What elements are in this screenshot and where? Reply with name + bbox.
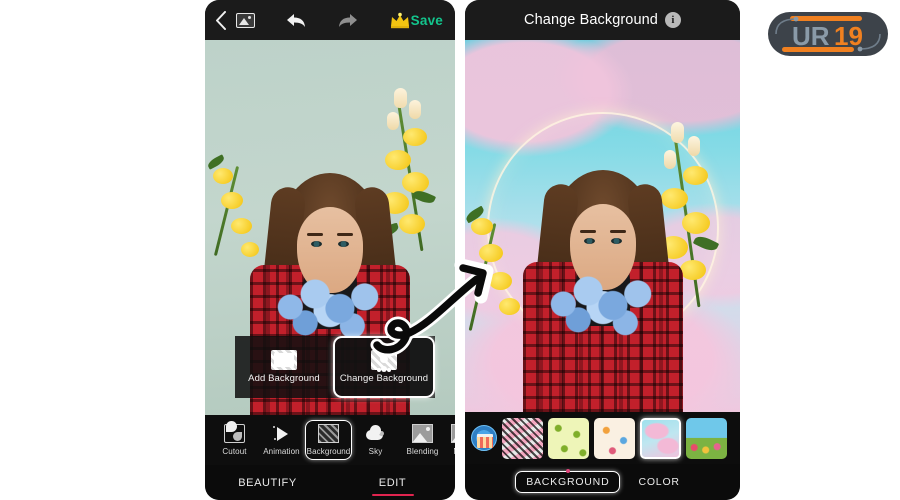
new-indicator-dot	[565, 469, 570, 473]
store-icon[interactable]	[471, 425, 497, 451]
top-action-icons	[235, 12, 411, 29]
tool-blending[interactable]: Blending	[399, 424, 446, 456]
tool-background[interactable]: Background	[305, 420, 352, 460]
tab-color[interactable]: COLOR	[628, 472, 689, 492]
add-background-label: Add Background	[248, 373, 320, 384]
tool-cutout[interactable]: Cutout	[211, 421, 258, 456]
change-background-label: Change Background	[339, 373, 429, 384]
logo-text-left: UR	[792, 21, 830, 51]
cutout-icon	[224, 421, 245, 443]
thumbnail-avocado-pattern[interactable]	[548, 417, 589, 459]
thumbnail-love-doodle-pattern[interactable]	[594, 417, 635, 459]
tool-label: Ma	[453, 447, 455, 456]
tab-beautify[interactable]: BEAUTIFY	[205, 477, 330, 489]
crown-icon[interactable]	[389, 12, 411, 29]
background-thumbnail-strip[interactable]	[465, 412, 740, 464]
eyebrow	[579, 230, 596, 233]
tab-background-label: BACKGROUND	[526, 476, 610, 488]
eyebrow	[307, 233, 323, 236]
tab-background[interactable]: BACKGROUND	[515, 469, 621, 493]
tool-animation[interactable]: Animation	[258, 424, 305, 456]
page-title: Change Background	[524, 12, 658, 28]
save-button[interactable]: Save	[411, 13, 445, 28]
tool-label: Animation	[263, 447, 300, 456]
yellow-flower	[221, 192, 243, 209]
tool-label: Blending	[406, 447, 439, 456]
right-photo-canvas[interactable]	[465, 40, 740, 412]
eye	[583, 238, 595, 244]
image-icon[interactable]	[235, 12, 255, 28]
cloud-icon	[365, 424, 386, 443]
ur19-logo: UR 19	[768, 12, 888, 56]
tool-partial[interactable]: Ma	[446, 424, 455, 456]
thumbnail-flower-field-sky[interactable]	[686, 417, 727, 459]
left-top-toolbar: Save	[205, 0, 455, 40]
undo-arrow-icon[interactable]	[285, 12, 307, 29]
right-top-toolbar: Change Background i	[465, 0, 740, 40]
yellow-flower	[471, 218, 493, 235]
eyebrow	[609, 230, 626, 233]
eyebrow	[337, 233, 353, 236]
person-subject	[513, 112, 693, 412]
add-background-option[interactable]: Add Background	[235, 336, 333, 398]
tool-label: Background	[306, 447, 351, 456]
flower-bud	[394, 88, 407, 108]
thumbnail-pink-leaf-pattern[interactable]	[502, 417, 543, 459]
left-edit-toolbar: Cutout Animation Background Sky Blending…	[205, 415, 455, 465]
curved-arrow	[370, 258, 494, 357]
tab-edit[interactable]: EDIT	[330, 477, 455, 489]
logo-text-right: 19	[834, 21, 863, 51]
thumbnail-pink-cloud-sky[interactable]	[640, 417, 681, 459]
blend-image-icon	[412, 424, 433, 443]
yellow-flower	[213, 168, 233, 184]
back-icon[interactable]	[215, 9, 227, 31]
redo-arrow-icon[interactable]	[337, 12, 359, 29]
eye	[311, 241, 322, 247]
right-mode-tabs: BACKGROUND COLOR	[465, 464, 740, 500]
eye	[610, 238, 622, 244]
eye	[338, 241, 349, 247]
tool-label: Cutout	[222, 447, 247, 456]
blue-hydrangea	[540, 268, 665, 340]
left-mode-tabs: BEAUTIFY EDIT	[205, 465, 455, 500]
screenshot-stage: Save Add Background Change Background Cu…	[0, 0, 900, 500]
partial-icon	[451, 424, 455, 443]
phone-screen-right: Change Background i BACKGROUND COLOR	[465, 0, 740, 500]
checker-blank-icon	[271, 350, 297, 370]
info-icon[interactable]: i	[664, 12, 681, 28]
tool-sky[interactable]: Sky	[352, 424, 399, 456]
hatch-pattern-icon	[318, 424, 339, 443]
tool-label: Sky	[368, 447, 383, 456]
play-icon	[271, 424, 292, 443]
